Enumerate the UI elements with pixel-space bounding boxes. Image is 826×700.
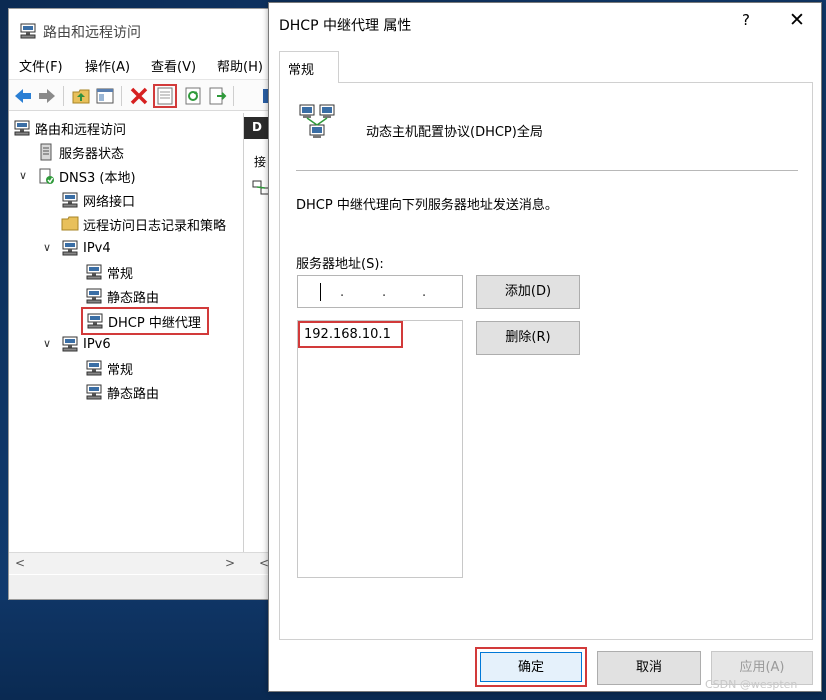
arrow-left-icon[interactable]	[13, 86, 33, 106]
ok-button[interactable]: 确定	[480, 652, 582, 682]
tree-label: 远程访问日志记录和策略	[83, 218, 227, 234]
network-protocol-icon	[61, 239, 79, 257]
static-route-icon	[85, 383, 103, 401]
tree-item-ipv4-general[interactable]: 常规	[85, 261, 133, 283]
tree-label: DHCP 中继代理	[108, 315, 201, 331]
dhcp-relay-icon	[86, 312, 104, 330]
tree-label: IPv4	[83, 240, 111, 256]
relay-description: DHCP 中继代理向下列服务器地址发送消息。	[296, 198, 558, 213]
scroll-left-icon[interactable]: <	[15, 556, 25, 570]
tree-item-server-status[interactable]: 服务器状态	[37, 141, 124, 163]
arrow-right-icon[interactable]	[37, 86, 57, 106]
server-address-label: 服务器地址(S):	[296, 257, 384, 272]
general-settings-icon	[85, 359, 103, 377]
routing-server-icon	[19, 22, 37, 44]
toolbar-separator	[63, 86, 64, 106]
toolbar-separator	[121, 86, 122, 106]
tree-item-server[interactable]: DNS3 (本地)	[37, 165, 136, 187]
ip-octet-separator: .	[340, 285, 345, 300]
rras-console-window: 路由和远程访问 文件(F) 操作(A) 查看(V) 帮助(H) 路由和远程访问 …	[8, 8, 278, 600]
menu-file[interactable]: 文件(F)	[19, 56, 63, 75]
delete-x-icon[interactable]	[129, 86, 149, 106]
server-ip-input[interactable]: . . .	[297, 275, 463, 308]
protocol-heading: 动态主机配置协议(DHCP)全局	[366, 125, 543, 140]
network-protocol-icon	[61, 335, 79, 353]
tab-general[interactable]: 常规	[279, 51, 339, 83]
routing-server-icon	[13, 119, 31, 137]
tree-label: DNS3 (本地)	[59, 170, 136, 186]
menu-bar: 文件(F) 操作(A) 查看(V) 帮助(H)	[9, 51, 277, 75]
cancel-button[interactable]: 取消	[597, 651, 701, 685]
network-interface-icon	[61, 191, 79, 209]
menu-help[interactable]: 帮助(H)	[217, 56, 263, 75]
window-title: 路由和远程访问	[43, 25, 141, 41]
server-status-icon	[37, 143, 55, 161]
divider	[296, 170, 798, 171]
dialog-title: DHCP 中继代理 属性	[279, 18, 412, 34]
tree-label: 静态路由	[107, 290, 160, 306]
tree-label: 服务器状态	[59, 146, 125, 162]
server-address-list[interactable]: 192.168.10.1	[297, 320, 463, 578]
console-tree-icon[interactable]	[95, 86, 115, 106]
network-computers-icon	[298, 103, 338, 147]
menu-action[interactable]: 操作(A)	[85, 56, 130, 75]
general-settings-icon	[85, 263, 103, 281]
text-caret	[320, 283, 321, 301]
server-online-icon	[37, 167, 55, 185]
add-button[interactable]: 添加(D)	[476, 275, 580, 309]
ok-button-highlight: 确定	[475, 647, 587, 687]
help-button[interactable]: ?	[731, 11, 761, 37]
toolbar	[9, 79, 277, 111]
dhcp-relay-properties-dialog: DHCP 中继代理 属性 ? ✕ 常规 动态主机配置协议(DHCP)全局 DHC…	[268, 2, 822, 692]
static-route-icon	[85, 287, 103, 305]
toolbar-separator	[233, 86, 234, 106]
tree-item-network-interfaces[interactable]: 网络接口	[61, 189, 135, 211]
general-tab-panel: 动态主机配置协议(DHCP)全局 DHCP 中继代理向下列服务器地址发送消息。 …	[279, 82, 813, 640]
tree-item-ipv6-general[interactable]: 常规	[85, 357, 133, 379]
folder-up-icon[interactable]	[71, 86, 91, 106]
console-tree: 路由和远程访问 服务器状态 ∨ DNS3 (本地) 网络接口 远程访问日志记录和…	[9, 113, 241, 553]
tree-label: 常规	[107, 266, 134, 282]
refresh-icon[interactable]	[183, 86, 203, 106]
list-item[interactable]: 192.168.10.1	[298, 321, 403, 348]
remove-button[interactable]: 删除(R)	[476, 321, 580, 355]
tree-item-ipv6-static-routes[interactable]: 静态路由	[85, 381, 159, 403]
chevron-down-icon[interactable]: ∨	[19, 169, 27, 182]
tree-item-remote-access-logging[interactable]: 远程访问日志记录和策略	[61, 213, 226, 235]
tree-item-root[interactable]: 路由和远程访问	[13, 117, 126, 139]
close-icon[interactable]: ✕	[781, 9, 813, 37]
ip-octet-separator: .	[382, 285, 387, 300]
watermark: CSDN @wespten	[705, 678, 798, 691]
tree-label: IPv6	[83, 336, 111, 352]
tree-item-ipv4-static-routes[interactable]: 静态路由	[85, 285, 159, 307]
chevron-down-icon[interactable]: ∨	[43, 337, 51, 350]
properties-icon[interactable]	[153, 84, 177, 108]
export-list-icon[interactable]	[207, 86, 227, 106]
tree-item-ipv4[interactable]: IPv4	[61, 237, 111, 259]
status-bar	[9, 575, 277, 599]
tree-label: 常规	[107, 362, 134, 378]
horizontal-scrollbar[interactable]: < > <	[9, 552, 277, 574]
window-titlebar: 路由和远程访问	[9, 9, 277, 47]
chevron-down-icon[interactable]: ∨	[43, 241, 51, 254]
ip-octet-separator: .	[422, 285, 427, 300]
menu-view[interactable]: 查看(V)	[151, 56, 196, 75]
details-column-header[interactable]: 接	[254, 153, 266, 170]
tree-item-ipv4-dhcp-relay[interactable]: DHCP 中继代理	[81, 307, 209, 335]
scroll-right-icon[interactable]: >	[225, 556, 235, 570]
folder-icon	[61, 215, 79, 233]
tree-label: 静态路由	[107, 386, 160, 402]
tree-label: 网络接口	[83, 194, 136, 210]
tree-item-ipv6[interactable]: IPv6	[61, 333, 111, 355]
tree-label: 路由和远程访问	[35, 122, 127, 138]
